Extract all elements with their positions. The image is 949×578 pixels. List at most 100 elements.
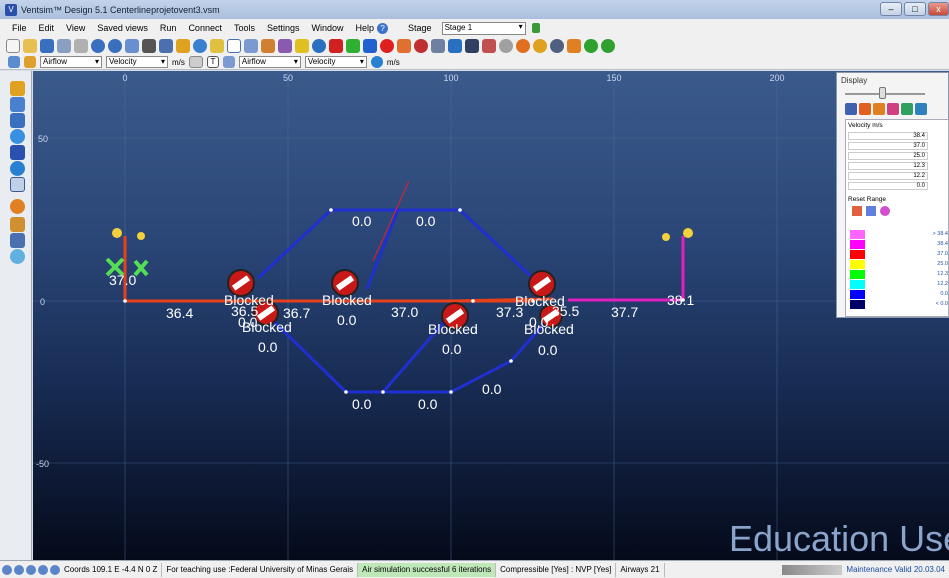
text-data-combo[interactable]: Airflow [238, 56, 301, 68]
range-value[interactable]: 25.0 [848, 152, 928, 160]
draw-tool-icon[interactable] [210, 39, 224, 53]
menu-settings[interactable]: Settings [261, 23, 306, 33]
nav-last-icon[interactable] [38, 564, 48, 575]
layer-icon[interactable] [10, 249, 25, 264]
palette-icon[interactable] [880, 206, 890, 216]
undo-icon[interactable] [91, 39, 105, 53]
star-icon[interactable] [295, 39, 309, 53]
move-icon[interactable] [244, 39, 258, 53]
model-canvas[interactable]: 0 50 100 150 200 50 0 -50 37.0 36.4 36.5… [33, 71, 949, 560]
legend-swatch[interactable] [850, 250, 865, 259]
heat-icon[interactable] [431, 39, 445, 53]
text-mode-icon[interactable] [370, 56, 383, 68]
globe-icon[interactable] [10, 161, 25, 176]
fire-icon[interactable] [516, 39, 530, 53]
menu-saved-views[interactable]: Saved views [91, 23, 154, 33]
print-icon[interactable] [125, 39, 139, 53]
arrow-right-icon[interactable] [346, 39, 360, 53]
wand-icon[interactable] [278, 39, 292, 53]
network-icon[interactable] [10, 177, 25, 192]
fan-icon[interactable] [112, 228, 145, 240]
view-buttons[interactable] [782, 564, 843, 575]
range-auto-icon[interactable] [866, 206, 876, 216]
heat-tool-icon[interactable] [10, 199, 25, 214]
color-type-combo[interactable]: Velocity [106, 56, 168, 68]
legend-swatch[interactable] [850, 240, 865, 249]
range-value[interactable]: 12.3 [848, 162, 928, 170]
magenta-airway[interactable] [568, 236, 685, 302]
legend-swatch[interactable] [850, 260, 865, 269]
nav-first-icon[interactable] [2, 564, 12, 575]
new-file-icon[interactable] [6, 39, 20, 53]
menu-run[interactable]: Run [154, 23, 183, 33]
contam-icon[interactable] [499, 39, 513, 53]
inclined-airway[interactable] [372, 180, 410, 262]
paint-icon[interactable] [567, 39, 581, 53]
color-grid-icon[interactable] [24, 56, 36, 68]
link-icon[interactable] [397, 39, 411, 53]
tab-text-icon[interactable] [873, 103, 885, 115]
color-data-combo[interactable]: Airflow [40, 56, 102, 68]
tab-globe-icon[interactable] [915, 103, 927, 115]
edit-pencil-icon[interactable] [261, 39, 275, 53]
display-toggle-icon[interactable] [8, 56, 20, 68]
legend-swatch[interactable] [850, 290, 865, 299]
legend-swatch[interactable] [850, 230, 865, 239]
tab-color-icon[interactable] [859, 103, 871, 115]
range-value[interactable]: 38.4 [848, 132, 928, 140]
chart-icon[interactable] [465, 39, 479, 53]
fan-icon[interactable] [662, 228, 693, 241]
fan-icon[interactable] [312, 39, 326, 53]
paste-icon[interactable] [74, 39, 88, 53]
green-dollar-icon[interactable] [584, 39, 598, 53]
close-button[interactable]: x [928, 2, 949, 16]
fast-forward-icon[interactable] [363, 39, 377, 53]
zoom-icon[interactable] [448, 39, 462, 53]
range-value[interactable]: 37.0 [848, 142, 928, 150]
lock-icon[interactable] [531, 23, 540, 33]
menu-help[interactable]: Help [350, 23, 381, 33]
help-icon[interactable]: ? [377, 22, 389, 34]
menu-file[interactable]: File [6, 23, 33, 33]
stage-select[interactable]: Stage 1 [441, 21, 526, 35]
select-tool-icon[interactable] [176, 39, 190, 53]
menu-window[interactable]: Window [306, 23, 350, 33]
nav-prev-icon[interactable] [14, 564, 24, 575]
menu-tools[interactable]: Tools [228, 23, 261, 33]
rotate-tool-icon[interactable] [193, 39, 207, 53]
tab-grid-icon[interactable] [845, 103, 857, 115]
text-options-icon[interactable] [222, 56, 235, 68]
grid-icon[interactable] [159, 39, 173, 53]
view-icon[interactable] [550, 39, 564, 53]
grid-view-icon[interactable] [10, 113, 25, 128]
tab-fans-icon[interactable] [901, 103, 913, 115]
redo-icon[interactable] [108, 39, 122, 53]
legend-swatch[interactable] [850, 270, 865, 279]
menu-view[interactable]: View [60, 23, 91, 33]
open-folder-icon[interactable] [23, 39, 37, 53]
text-display-icon[interactable] [188, 56, 203, 68]
tab-nodes-icon[interactable] [887, 103, 899, 115]
menu-connect[interactable]: Connect [182, 23, 228, 33]
find-icon[interactable] [142, 39, 156, 53]
circle-tool-icon[interactable] [10, 129, 25, 144]
opacity-slider-knob[interactable] [879, 87, 886, 99]
copy-icon[interactable] [57, 39, 71, 53]
fit-view-icon[interactable] [10, 97, 25, 112]
legend-swatch[interactable] [850, 280, 865, 289]
nav-next-icon[interactable] [26, 564, 36, 575]
range-value[interactable]: 0.0 [848, 182, 928, 190]
reset-range-icon[interactable] [852, 206, 862, 216]
gas-icon[interactable] [533, 39, 547, 53]
nav-home-icon[interactable] [50, 564, 60, 575]
zoom-box-icon[interactable] [227, 39, 241, 53]
text-type-combo[interactable]: Velocity [304, 56, 367, 68]
maximize-button[interactable]: □ [904, 2, 926, 16]
range-value[interactable]: 12.2 [848, 172, 928, 180]
simulate-icon[interactable] [414, 39, 428, 53]
model-view[interactable]: 0 50 100 150 200 50 0 -50 37.0 36.4 36.5… [33, 71, 949, 560]
brush-icon[interactable] [10, 217, 25, 232]
delete-icon[interactable] [329, 39, 343, 53]
legend-swatch[interactable] [850, 300, 865, 309]
measure-icon[interactable] [10, 233, 25, 248]
